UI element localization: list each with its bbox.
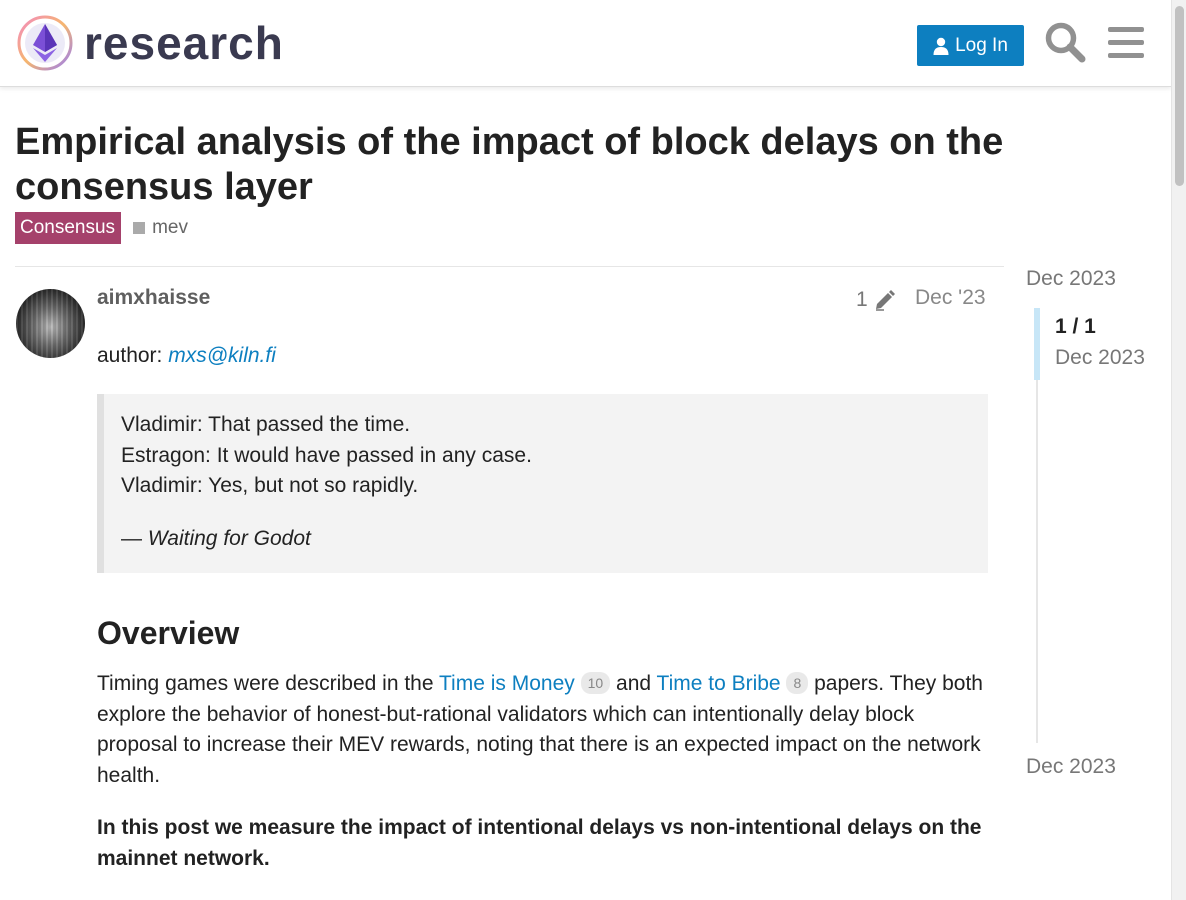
logo-mark-icon xyxy=(17,15,73,71)
quote-line: Estragon: It would have passed in any ca… xyxy=(121,443,532,467)
timeline-current-date: Dec 2023 xyxy=(1055,346,1145,369)
login-label: Log In xyxy=(955,34,1008,56)
site-header: research Log In xyxy=(0,0,1171,87)
attribution-dash: — xyxy=(121,526,148,550)
quote-attribution: — Waiting for Godot xyxy=(121,524,988,555)
edit-count: 1 xyxy=(856,288,868,311)
tag-mev[interactable]: mev xyxy=(133,217,188,239)
section-heading: Overview xyxy=(97,615,240,651)
menu-icon[interactable] xyxy=(1104,20,1148,64)
user-icon xyxy=(933,37,949,55)
site-logo[interactable]: research xyxy=(16,14,284,72)
timeline-position: 1 / 1 xyxy=(1055,315,1096,338)
category-badge[interactable]: Consensus xyxy=(15,212,122,244)
tag-square-icon xyxy=(133,222,146,234)
timeline-end-date[interactable]: Dec 2023 xyxy=(1026,755,1116,779)
attribution-source: Waiting for Godot xyxy=(147,526,311,550)
post-username[interactable]: aimxhaisse xyxy=(97,286,210,310)
pencil-icon xyxy=(875,290,895,311)
post-divider xyxy=(15,266,1004,267)
author-email-link[interactable]: mxs@kiln.fi xyxy=(168,344,276,367)
topic-title[interactable]: Empirical analysis of the impact of bloc… xyxy=(15,120,1025,210)
link-click-count: 8 xyxy=(786,672,809,694)
login-button[interactable]: Log In xyxy=(917,25,1024,66)
search-icon[interactable] xyxy=(1043,20,1087,64)
paragraph-text: and xyxy=(610,672,657,695)
timeline-handle[interactable] xyxy=(1034,308,1040,380)
brand-name: research xyxy=(84,17,284,69)
quote-line: Vladimir: Yes, but not so rapidly. xyxy=(121,474,419,497)
avatar[interactable] xyxy=(16,289,85,358)
scroll-thumb[interactable] xyxy=(1175,6,1184,186)
tag-label: mev xyxy=(152,217,188,238)
link-click-count: 10 xyxy=(580,672,611,694)
post-author-line: author: mxs@kiln.fi xyxy=(97,344,276,368)
author-prefix: author: xyxy=(97,344,163,367)
quote-line: Vladimir: That passed the time. xyxy=(121,413,411,436)
link-time-is-money[interactable]: Time is Money xyxy=(439,672,575,695)
timeline-start-date[interactable]: Dec 2023 xyxy=(1026,267,1116,291)
bold-paragraph: In this post we measure the impact of in… xyxy=(97,816,982,870)
paragraph-text: Timing games were described in the xyxy=(97,672,439,695)
page-scrollbar[interactable] xyxy=(1171,0,1186,900)
link-time-to-bribe[interactable]: Time to Bribe xyxy=(657,672,781,695)
overview-paragraph: Timing games were described in the Time … xyxy=(97,669,997,791)
edit-history-button[interactable]: 1 xyxy=(856,288,896,312)
topic-categories: Consensus mev xyxy=(15,212,188,244)
post-date[interactable]: Dec '23 xyxy=(915,286,986,310)
quote-block: Vladimir: That passed the time. Estragon… xyxy=(97,394,988,573)
